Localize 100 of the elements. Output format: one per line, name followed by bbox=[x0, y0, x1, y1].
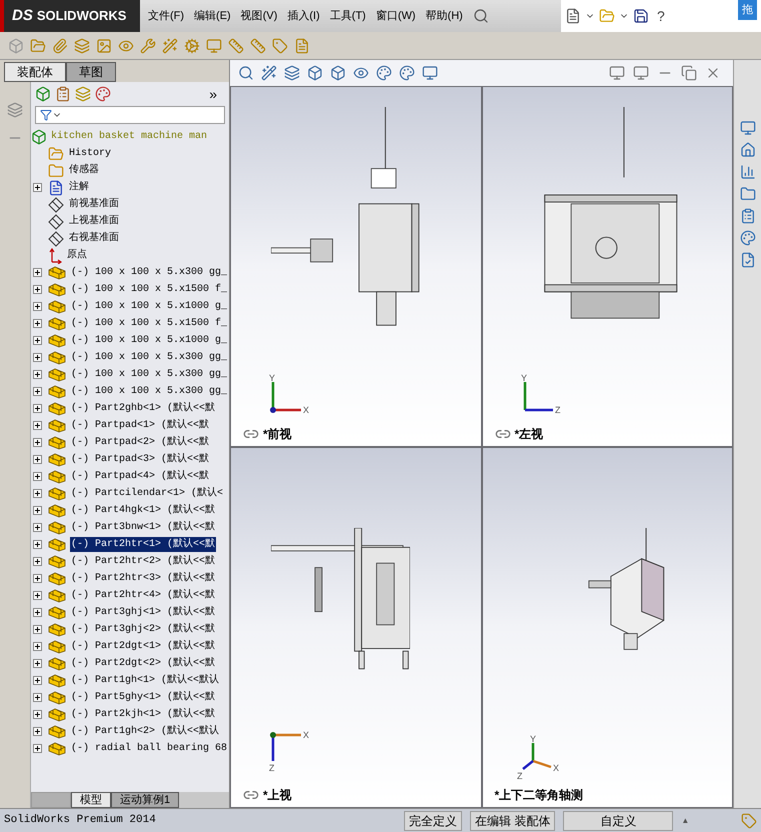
tree-item[interactable]: History bbox=[68, 146, 112, 161]
tree-item[interactable]: (-) Part2kjh<1> (默认<<默 bbox=[70, 707, 216, 722]
zoom-icon[interactable] bbox=[238, 65, 254, 81]
expand-toggle[interactable] bbox=[33, 285, 42, 294]
tree-item[interactable]: (-) Part1gh<1> (默认<<默认 bbox=[70, 673, 220, 688]
expand-toggle[interactable] bbox=[33, 336, 42, 345]
cube-icon[interactable] bbox=[35, 86, 51, 102]
folder-icon[interactable] bbox=[740, 186, 756, 202]
bottom-tab[interactable]: 模型 bbox=[71, 792, 111, 808]
expand-toggle[interactable] bbox=[33, 625, 42, 634]
tree-item[interactable]: (-) radial ball bearing 68 bbox=[70, 741, 228, 756]
expand-toggle[interactable] bbox=[33, 387, 42, 396]
tree-item[interactable]: (-) Part2htr<4> (默认<<默 bbox=[70, 588, 216, 603]
tree-item[interactable]: (-) 100 x 100 x 5.x1500 f_ bbox=[70, 282, 228, 297]
tree-item[interactable]: (-) 100 x 100 x 5.x300 gg_ bbox=[70, 367, 228, 382]
tree-item[interactable]: (-) 100 x 100 x 5.x1000 g_ bbox=[70, 299, 228, 314]
viewport-pane[interactable]: X Z *上视 bbox=[230, 447, 482, 808]
new-document-icon[interactable] bbox=[565, 8, 581, 24]
expand-toggle[interactable] bbox=[33, 693, 42, 702]
tree-item[interactable]: (-) Partcilendar<1> (默认< bbox=[70, 486, 224, 501]
tree-item[interactable]: (-) 100 x 100 x 5.x1500 f_ bbox=[70, 316, 228, 331]
tree-item[interactable]: (-) Part3ghj<2> (默认<<默 bbox=[70, 622, 216, 637]
filter-icon[interactable] bbox=[40, 109, 52, 121]
help-icon[interactable]: ? bbox=[653, 6, 669, 26]
menu-item[interactable]: 编辑(E) bbox=[194, 8, 231, 24]
menu-item[interactable]: 视图(V) bbox=[240, 8, 278, 24]
expand-toggle[interactable] bbox=[33, 659, 42, 668]
tree-item[interactable]: (-) Part3ghj<1> (默认<<默 bbox=[70, 605, 216, 620]
cube-icon[interactable] bbox=[307, 65, 323, 81]
expand-toggle[interactable] bbox=[33, 353, 42, 362]
paperclip-icon[interactable] bbox=[52, 38, 68, 54]
expand-toggle[interactable] bbox=[33, 523, 42, 532]
save-icon[interactable] bbox=[633, 8, 649, 24]
menu-item[interactable]: 窗口(W) bbox=[376, 8, 416, 24]
viewport-pane[interactable]: Y X Z *上下二等角轴测 bbox=[482, 447, 733, 808]
assembly-name[interactable]: kitchen basket machine man bbox=[51, 129, 208, 144]
tree-item[interactable]: (-) Part2ghb<1> (默认<<默 bbox=[70, 401, 216, 416]
expand-toggle[interactable] bbox=[33, 421, 42, 430]
tree-item[interactable]: (-) Part1gh<2> (默认<<默认 bbox=[70, 724, 220, 739]
chart-icon[interactable] bbox=[740, 164, 756, 180]
wand-icon[interactable] bbox=[261, 65, 277, 81]
expand-toggle[interactable] bbox=[33, 608, 42, 617]
document-icon[interactable] bbox=[740, 252, 756, 268]
tree-item[interactable]: (-) 100 x 100 x 5.x300 gg_ bbox=[70, 350, 228, 365]
palette-icon[interactable] bbox=[95, 86, 111, 102]
tree-item[interactable]: (-) Part4hgk<1> (默认<<默 bbox=[70, 503, 216, 518]
tree-item[interactable]: (-) Partpad<3> (默认<<默 bbox=[70, 452, 210, 467]
tree-item[interactable]: 注解 bbox=[68, 180, 90, 195]
bottom-tab[interactable]: 运动算例1 bbox=[111, 792, 180, 808]
config-icon[interactable] bbox=[75, 86, 91, 102]
expand-toggle[interactable] bbox=[33, 268, 42, 277]
expand-toggle[interactable] bbox=[33, 438, 42, 447]
expand-toggle[interactable] bbox=[33, 710, 42, 719]
tree-item[interactable]: 上视基准面 bbox=[68, 214, 120, 229]
tree-item[interactable]: (-) Part5ghy<1> (默认<<默 bbox=[70, 690, 216, 705]
expand-toggle[interactable] bbox=[33, 455, 42, 464]
tree-item[interactable]: (-) 100 x 100 x 5.x300 gg_ bbox=[70, 265, 228, 280]
tree-item[interactable]: (-) 100 x 100 x 5.x1000 g_ bbox=[70, 333, 228, 348]
tree-item[interactable]: (-) Part2htr<1> (默认<<默 bbox=[70, 537, 216, 552]
expand-toggle[interactable] bbox=[33, 744, 42, 753]
tree-item[interactable]: (-) Part2htr<3> (默认<<默 bbox=[70, 571, 216, 586]
tree-item[interactable]: (-) 100 x 100 x 5.x300 gg_ bbox=[70, 384, 228, 399]
tree-item[interactable]: (-) Part3bnw<1> (默认<<默 bbox=[70, 520, 216, 535]
expand-toggle[interactable] bbox=[33, 540, 42, 549]
monitor-icon[interactable] bbox=[740, 120, 756, 136]
expand-toggle[interactable] bbox=[33, 727, 42, 736]
property-icon[interactable] bbox=[55, 86, 71, 102]
menu-item[interactable]: 插入(I) bbox=[287, 8, 320, 24]
expand-toggle[interactable] bbox=[33, 574, 42, 583]
tree-item[interactable]: 传感器 bbox=[68, 163, 100, 178]
panel-tab[interactable]: 装配体 bbox=[4, 62, 66, 82]
expand-toggle[interactable] bbox=[33, 302, 42, 311]
tree-item[interactable]: (-) Part2dgt<1> (默认<<默 bbox=[70, 639, 216, 654]
expand-toggle[interactable] bbox=[33, 489, 42, 498]
tree-item[interactable]: 右视基准面 bbox=[68, 231, 120, 246]
palette-icon[interactable] bbox=[740, 230, 756, 246]
expand-toggle[interactable] bbox=[33, 642, 42, 651]
tree-item[interactable]: 前视基准面 bbox=[68, 197, 120, 212]
corner-badge[interactable]: 拖 bbox=[738, 0, 757, 20]
tree-item[interactable]: 原点 bbox=[66, 248, 88, 263]
menu-item[interactable]: 文件(F) bbox=[148, 8, 184, 24]
expand-toggle[interactable] bbox=[33, 472, 42, 481]
tree-item[interactable]: (-) Partpad<1> (默认<<默 bbox=[70, 418, 210, 433]
filter-field[interactable] bbox=[35, 106, 225, 124]
search-icon[interactable] bbox=[472, 8, 489, 24]
tree-item[interactable]: (-) Part2htr<2> (默认<<默 bbox=[70, 554, 216, 569]
pane-right-icon[interactable] bbox=[633, 65, 649, 81]
expand-toggle[interactable] bbox=[33, 183, 42, 192]
more-icon[interactable]: » bbox=[209, 84, 225, 104]
tree-item[interactable]: (-) Partpad<4> (默认<<默 bbox=[70, 469, 210, 484]
cube-icon[interactable] bbox=[330, 65, 346, 81]
expand-toggle[interactable] bbox=[33, 404, 42, 413]
tree-item[interactable]: (-) Partpad<2> (默认<<默 bbox=[70, 435, 210, 450]
expand-toggle[interactable] bbox=[33, 591, 42, 600]
monitor-icon[interactable] bbox=[422, 65, 438, 81]
pane-left-icon[interactable] bbox=[609, 65, 625, 81]
menu-item[interactable]: 帮助(H) bbox=[426, 8, 463, 24]
restore-icon[interactable] bbox=[681, 65, 697, 81]
menu-item[interactable]: 工具(T) bbox=[330, 8, 366, 24]
expand-toggle[interactable] bbox=[33, 319, 42, 328]
